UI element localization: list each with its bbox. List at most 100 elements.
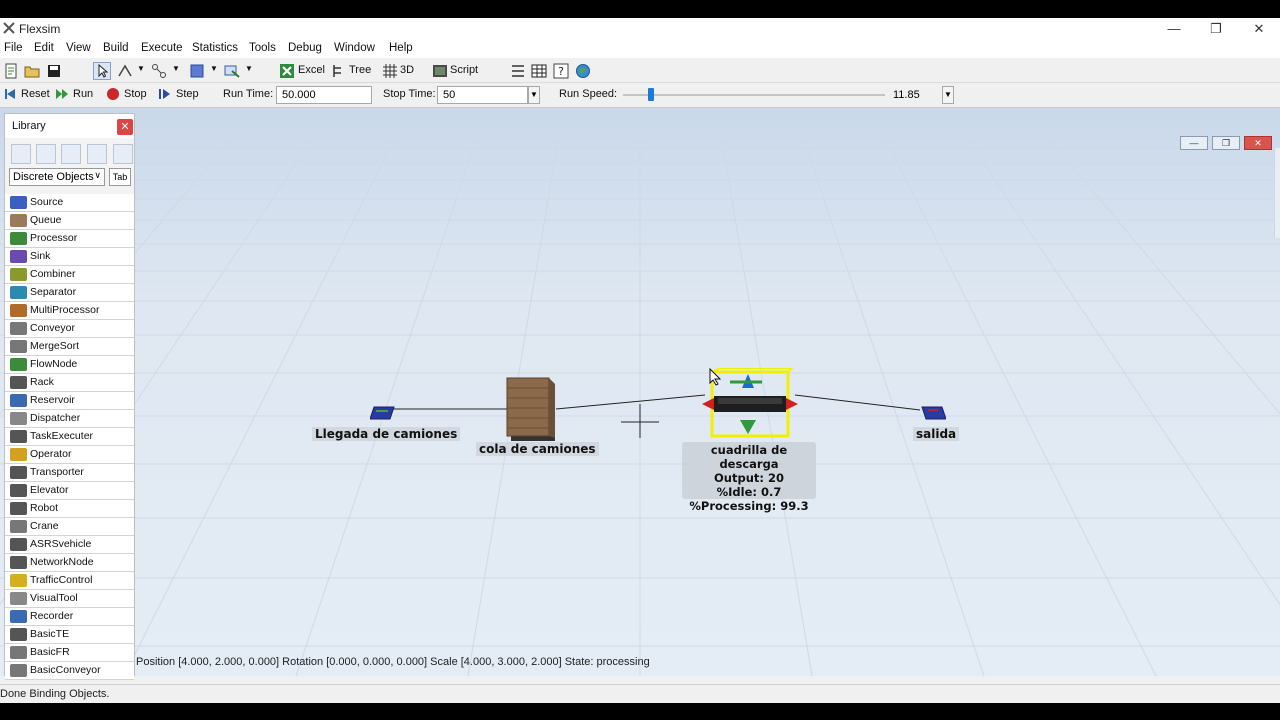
table-icon[interactable] <box>531 63 547 79</box>
library-add-icon[interactable] <box>87 144 107 164</box>
step-button[interactable]: Step <box>176 88 199 100</box>
connect-dropdown-arrow-icon[interactable]: ▼ <box>137 64 145 73</box>
stop-time-label: Stop Time: <box>383 88 436 100</box>
view-options-icon[interactable] <box>224 63 240 79</box>
library-item-crane[interactable]: Crane <box>5 518 134 536</box>
tree-icon[interactable] <box>331 63 347 79</box>
menu-execute[interactable]: Execute <box>141 42 183 54</box>
close-button[interactable]: ✕ <box>1237 18 1280 40</box>
view3d-button[interactable]: 3D <box>400 64 414 76</box>
menu-help[interactable]: Help <box>389 42 413 54</box>
menu-build[interactable]: Build <box>103 42 129 54</box>
library-item-label: Transporter <box>30 466 84 478</box>
help-icon[interactable]: ? <box>553 63 569 79</box>
library-item-multiprocessor[interactable]: MultiProcessor <box>5 302 134 320</box>
minimize-button[interactable]: — <box>1152 18 1196 40</box>
library-item-taskexecuter[interactable]: TaskExecuter <box>5 428 134 446</box>
library-item-recorder[interactable]: Recorder <box>5 608 134 626</box>
menu-view[interactable]: View <box>66 42 91 54</box>
script-button[interactable]: Script <box>450 64 478 76</box>
new-file-icon[interactable] <box>3 63 19 79</box>
library-item-queue[interactable]: Queue <box>5 212 134 230</box>
library-item-reservoir[interactable]: Reservoir <box>5 392 134 410</box>
view-options-dropdown-arrow-icon[interactable]: ▼ <box>245 64 253 73</box>
queue-object[interactable] <box>505 376 557 442</box>
library-shapes-icon[interactable] <box>113 144 133 164</box>
stop-button[interactable]: Stop <box>124 88 147 100</box>
library-item-basicfr[interactable]: BasicFR <box>5 644 134 662</box>
run-button[interactable]: Run <box>73 88 93 100</box>
sink-label: salida <box>913 427 960 441</box>
excel-button[interactable]: Excel <box>298 64 325 76</box>
network-tool-icon[interactable] <box>151 63 167 79</box>
library-open-icon[interactable] <box>36 144 56 164</box>
run-speed-track[interactable] <box>623 94 885 96</box>
library-item-label: BasicConveyor <box>30 664 101 676</box>
library-item-transporter[interactable]: Transporter <box>5 464 134 482</box>
view-style-icon[interactable] <box>189 63 205 79</box>
properties-icon[interactable] <box>510 63 526 79</box>
library-item-conveyor[interactable]: Conveyor <box>5 320 134 338</box>
run-speed-dropdown-icon[interactable]: ▼ <box>942 86 954 104</box>
library-item-networknode[interactable]: NetworkNode <box>5 554 134 572</box>
source-object[interactable] <box>370 405 396 421</box>
menu-debug[interactable]: Debug <box>288 42 322 54</box>
menu-window[interactable]: Window <box>334 42 375 54</box>
library-item-elevator[interactable]: Elevator <box>5 482 134 500</box>
library-item-mergesort[interactable]: MergeSort <box>5 338 134 356</box>
library-new-icon[interactable] <box>11 144 31 164</box>
tree-button[interactable]: Tree <box>349 64 371 76</box>
save-icon[interactable] <box>46 63 62 79</box>
view-restore-button[interactable]: ❐ <box>1212 136 1240 150</box>
connect-tool-icon[interactable] <box>117 63 133 79</box>
library-item-rack[interactable]: Rack <box>5 374 134 392</box>
main-toolbar: ▼ ▼ ▼ ▼ Excel Tree 3D Script ? <box>0 60 1280 83</box>
library-item-basicte[interactable]: BasicTE <box>5 626 134 644</box>
globe-icon[interactable] <box>575 63 591 79</box>
reset-icon[interactable] <box>3 87 17 101</box>
library-close-button[interactable]: ✕ <box>117 119 133 135</box>
library-item-trafficcontrol[interactable]: TrafficControl <box>5 572 134 590</box>
library-item-sink[interactable]: Sink <box>5 248 134 266</box>
select-cursor-icon[interactable] <box>93 62 111 80</box>
library-item-basicconveyor[interactable]: BasicConveyor <box>5 662 134 680</box>
run-time-field[interactable]: 50.000 <box>276 86 372 104</box>
library-category-select[interactable]: Discrete Objects ∨ <box>9 168 105 186</box>
step-icon[interactable] <box>158 87 172 101</box>
stop-time-field[interactable]: 50 <box>437 86 528 104</box>
view-style-dropdown-arrow-icon[interactable]: ▼ <box>210 64 218 73</box>
script-icon[interactable] <box>432 63 448 79</box>
library-item-asrsvehicle[interactable]: ASRSvehicle <box>5 536 134 554</box>
stop-time-dropdown-icon[interactable]: ▼ <box>528 86 540 104</box>
library-item-flownode[interactable]: FlowNode <box>5 356 134 374</box>
library-item-visualtool[interactable]: VisualTool <box>5 590 134 608</box>
view-scrollbar[interactable] <box>1274 148 1280 238</box>
library-item-robot[interactable]: Robot <box>5 500 134 518</box>
menu-edit[interactable]: Edit <box>34 42 54 54</box>
run-speed-slider-thumb[interactable] <box>648 88 654 101</box>
library-item-combiner[interactable]: Combiner <box>5 266 134 284</box>
menu-tools[interactable]: Tools <box>249 42 276 54</box>
run-icon[interactable] <box>55 87 69 101</box>
run-speed-value[interactable]: 11.85 <box>887 86 942 104</box>
library-item-dispatcher[interactable]: Dispatcher <box>5 410 134 428</box>
library-save-icon[interactable] <box>61 144 81 164</box>
view-minimize-button[interactable]: — <box>1180 136 1208 150</box>
grid-3d-icon[interactable] <box>382 63 398 79</box>
restore-button[interactable]: ❐ <box>1194 18 1238 40</box>
excel-icon[interactable] <box>279 63 295 79</box>
library-tab-button[interactable]: Tab <box>109 168 131 186</box>
model-3d-view[interactable]: Llegada de camiones cola de camiones cua… <box>0 108 1280 676</box>
view-close-button[interactable]: ✕ <box>1244 136 1272 150</box>
menu-statistics[interactable]: Statistics <box>192 42 238 54</box>
stop-icon[interactable] <box>106 87 120 101</box>
menu-file[interactable]: File <box>4 42 23 54</box>
open-folder-icon[interactable] <box>24 63 40 79</box>
library-item-operator[interactable]: Operator <box>5 446 134 464</box>
library-item-processor[interactable]: Processor <box>5 230 134 248</box>
library-item-separator[interactable]: Separator <box>5 284 134 302</box>
library-item-source[interactable]: Source <box>5 194 134 212</box>
sink-object[interactable] <box>920 405 946 421</box>
network-dropdown-arrow-icon[interactable]: ▼ <box>172 64 180 73</box>
reset-button[interactable]: Reset <box>21 88 50 100</box>
